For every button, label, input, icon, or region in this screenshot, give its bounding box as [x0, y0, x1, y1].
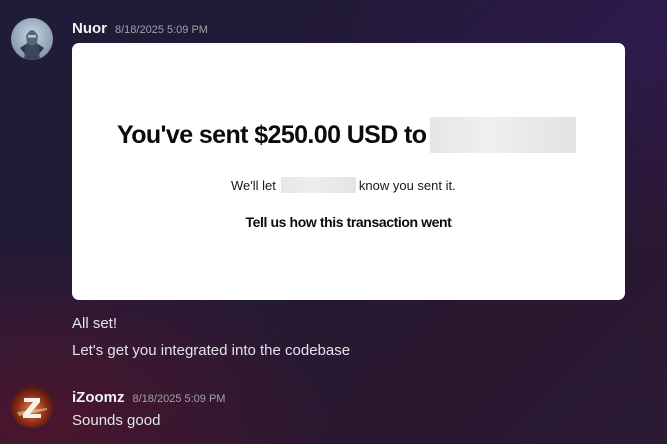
izoomz-avatar[interactable] [11, 386, 53, 428]
message-text: Let's get you integrated into the codeba… [72, 342, 351, 359]
message-text: Sounds good [72, 412, 161, 429]
robot-knight-avatar-icon [11, 18, 53, 60]
notify-suffix: know you sent it. [358, 177, 456, 193]
transaction-feedback-link[interactable]: Tell us how this transaction went [72, 214, 625, 230]
username[interactable]: Nuor [72, 20, 107, 37]
message-header: Nuor 8/18/2025 5:09 PM [72, 20, 208, 37]
redacted-recipient-name [430, 117, 577, 153]
message-header: iZoomz 8/18/2025 5:09 PM [72, 389, 225, 406]
message-group-izoomz: iZoomz 8/18/2025 5:09 PM Sounds good [0, 380, 667, 444]
message-text: All set! [72, 315, 118, 332]
notify-prefix: We'll let [231, 177, 276, 193]
nuor-avatar[interactable] [11, 18, 53, 60]
payment-confirmation-embed[interactable]: You've sent $250.00 USD to We'll let kno… [72, 43, 625, 300]
payment-headline: You've sent $250.00 USD to [117, 117, 577, 153]
z-letter-avatar-icon [11, 386, 53, 428]
message-group-nuor: Nuor 8/18/2025 5:09 PM You've sent $250.… [0, 0, 667, 370]
redacted-recipient-name-small [280, 177, 356, 193]
timestamp[interactable]: 8/18/2025 5:09 PM [133, 393, 226, 405]
payment-headline-text: You've sent $250.00 USD to [117, 120, 427, 149]
username[interactable]: iZoomz [72, 389, 125, 406]
timestamp[interactable]: 8/18/2025 5:09 PM [115, 24, 208, 36]
notify-recipient-line: We'll let know you sent it. [231, 177, 456, 193]
